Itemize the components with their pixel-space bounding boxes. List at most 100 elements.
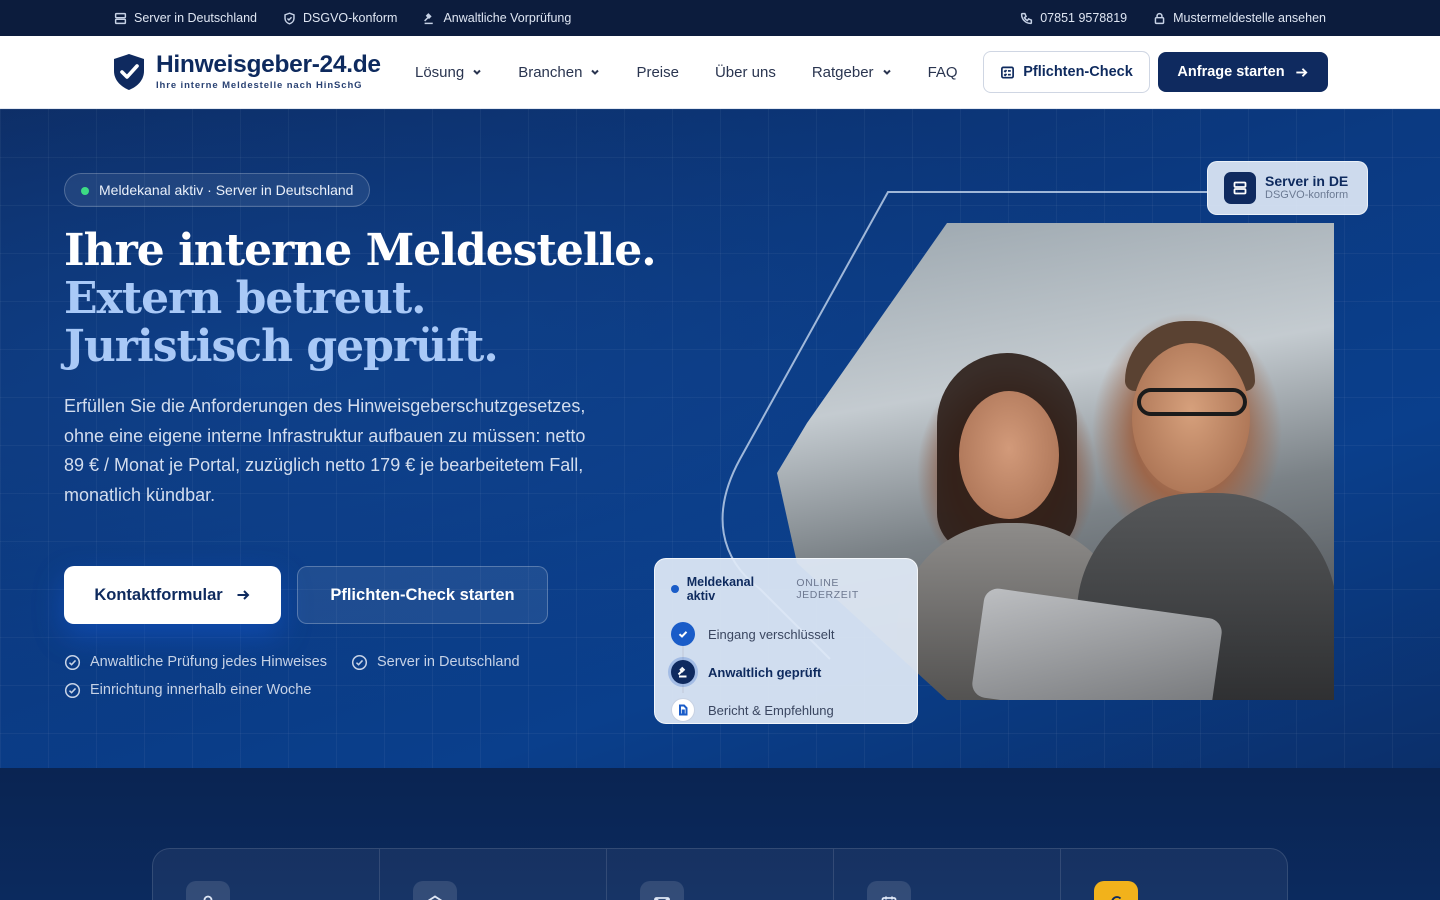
badge-label: Meldekanal aktiv · Server in Deutschland <box>99 182 354 198</box>
document-icon <box>679 704 688 716</box>
stat-icon-box <box>1094 881 1138 900</box>
report-status-card: Meldekanal aktiv ONLINE JEDERZEIT Eingan… <box>654 558 918 724</box>
step-label: Eingang verschlüsselt <box>708 626 835 642</box>
status-dot <box>671 585 679 593</box>
topbar-right: 07851 9578819 Mustermeldestelle ansehen <box>1020 11 1326 25</box>
nav-item-preise[interactable]: Preise <box>636 64 679 81</box>
step-label: Bericht & Empfehlung <box>708 702 834 718</box>
euro-icon <box>1111 896 1122 900</box>
nav-label: Branchen <box>518 63 583 81</box>
button-label: Pflichten-Check <box>1023 64 1133 80</box>
stat-cell <box>153 849 380 900</box>
phone-icon <box>1021 12 1033 24</box>
stat-icon-box <box>640 881 684 900</box>
pflichten-check-starten-button[interactable]: Pflichten-Check starten <box>297 566 548 624</box>
step-indicator <box>671 622 695 646</box>
nav-item-ratgeber[interactable]: Ratgeber <box>812 64 892 81</box>
status-card-title: Meldekanal aktiv <box>686 575 755 603</box>
topbar-item-server: Server in Deutschland <box>114 11 257 25</box>
topbar-demo-link[interactable]: Mustermeldestelle ansehen <box>1153 11 1326 25</box>
topbar-item-lawyer: Anwaltliche Vorprüfung <box>423 11 571 25</box>
step-indicator <box>671 660 695 684</box>
chevron-down-icon <box>473 69 481 75</box>
nav-menu: Lösung Branchen Preise Über uns Ratgeber… <box>415 64 958 81</box>
feature-item: Einrichtung innerhalb einer Woche <box>64 681 311 699</box>
shield-check-icon <box>284 11 295 25</box>
stat-icon-box <box>867 881 911 900</box>
button-label: Anfrage starten <box>1177 64 1285 80</box>
server-icon <box>1233 181 1247 195</box>
anfrage-starten-button[interactable]: Anfrage starten <box>1158 52 1328 92</box>
hero-headline: Ihre interne Meldestelle. Extern betreut… <box>64 227 664 371</box>
server-card-title: Server in DE <box>1265 173 1349 189</box>
status-badge: Meldekanal aktiv · Server in Deutschland <box>64 173 371 207</box>
topbar-item-dsgvo: DSGVO-konform <box>283 11 397 25</box>
feature-label: Server in Deutschland <box>376 654 520 670</box>
headline-line-2: Extern betreut. Juristisch geprüft. <box>64 273 499 372</box>
nav-item-branchen[interactable]: Branchen <box>518 64 600 81</box>
feature-item: Anwaltliche Prüfung jedes Hinweises <box>64 653 327 671</box>
hero-section: Meldekanal aktiv · Server in Deutschland… <box>0 109 1440 768</box>
hero-feature-list: Anwaltliche Prüfung jedes Hinweises Serv… <box>64 653 584 699</box>
trust-section <box>0 768 1440 900</box>
nav-item-ueber-uns[interactable]: Über uns <box>715 64 776 81</box>
lock-icon <box>1154 12 1165 24</box>
feature-label: Anwaltliche Prüfung jedes Hinweises <box>90 654 327 670</box>
status-card-subtitle: ONLINE JEDERZEIT <box>796 577 859 601</box>
chevron-down-icon <box>591 69 600 75</box>
site-logo[interactable]: Hinweisgeber-24.de Ihre interne Meldeste… <box>112 52 402 92</box>
status-dot <box>81 187 89 195</box>
checklist-icon <box>1001 66 1015 78</box>
step-label: Anwaltlich geprüft <box>708 664 822 680</box>
server-card-subtitle: DSGVO-konform <box>1265 189 1349 201</box>
stat-icon-box <box>186 881 230 900</box>
check-circle-icon <box>64 682 81 698</box>
arrow-right-icon <box>1295 67 1308 77</box>
stat-cell <box>380 849 607 900</box>
server-card-icon <box>1224 172 1256 204</box>
topbar-phone-link[interactable]: 07851 9578819 <box>1020 11 1127 25</box>
server-info-card: Server in DE DSGVO-konform <box>1207 161 1368 215</box>
headline-line-1: Ihre interne Meldestelle. <box>64 225 657 276</box>
nav-label: FAQ <box>927 63 958 81</box>
top-info-bar: Server in Deutschland DSGVO-konform Anwa… <box>0 0 1440 36</box>
stat-cell <box>834 849 1061 900</box>
status-step: Eingang verschlüsselt <box>671 615 901 653</box>
nav-label: Ratgeber <box>811 63 874 81</box>
kontaktformular-button[interactable]: Kontaktformular <box>64 566 281 624</box>
server-icon <box>114 12 127 24</box>
bank-icon <box>427 895 443 900</box>
arrow-right-icon <box>237 590 250 600</box>
feature-label: Einrichtung innerhalb einer Woche <box>90 682 312 698</box>
gavel-icon <box>424 12 434 24</box>
topbar-label: Anwaltliche Vorprüfung <box>443 11 572 25</box>
status-card-header: Meldekanal aktiv ONLINE JEDERZEIT <box>671 575 901 603</box>
logo-tagline: Ihre interne Meldestelle nach HinSchG <box>156 80 363 92</box>
nav-label: Über uns <box>714 63 776 81</box>
feature-item: Server in Deutschland <box>351 653 520 671</box>
nav-label: Preise <box>636 63 679 81</box>
button-label: Pflichten-Check starten <box>330 585 515 604</box>
trust-stats-panel <box>152 848 1288 900</box>
stat-icon-box <box>413 881 457 900</box>
check-circle-icon <box>351 654 368 670</box>
stat-cell <box>1061 849 1287 900</box>
main-navigation: Hinweisgeber-24.de Ihre interne Meldeste… <box>0 36 1440 109</box>
nav-label: Lösung <box>415 63 465 81</box>
pflichten-check-button[interactable]: Pflichten-Check <box>983 51 1150 93</box>
status-steps: Eingang verschlüsselt Anwaltlich geprüft… <box>671 615 901 729</box>
shield-logo-icon <box>114 54 144 90</box>
status-step: Bericht & Empfehlung <box>671 691 901 729</box>
phone-number: 07851 9578819 <box>1040 11 1128 25</box>
demo-link-label: Mustermeldestelle ansehen <box>1173 11 1326 25</box>
calendar-icon <box>881 896 897 900</box>
nav-item-faq[interactable]: FAQ <box>928 64 958 81</box>
check-icon <box>678 631 688 638</box>
person-icon <box>203 895 213 900</box>
hero-lead-text: Erfüllen Sie die Anforderungen des Hinwe… <box>64 396 586 505</box>
step-indicator <box>671 698 695 722</box>
stat-cell <box>607 849 834 900</box>
check-circle-icon <box>64 654 81 670</box>
topbar-left: Server in Deutschland DSGVO-konform Anwa… <box>114 11 571 25</box>
nav-item-loesung[interactable]: Lösung <box>415 64 482 81</box>
